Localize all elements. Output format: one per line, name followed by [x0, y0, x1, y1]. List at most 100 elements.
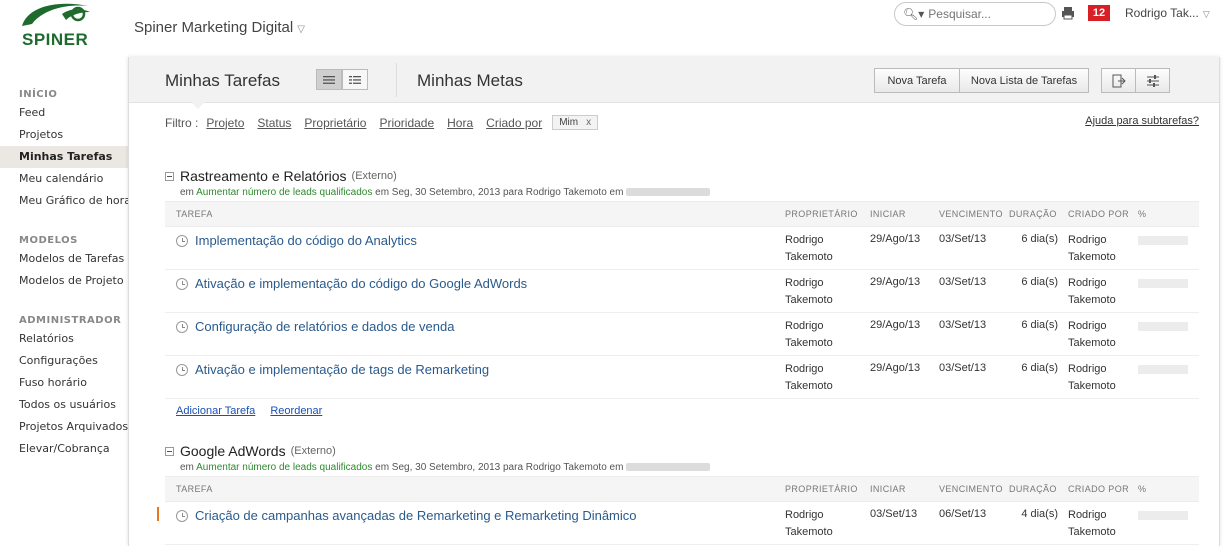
- collapse-icon[interactable]: [165, 446, 174, 456]
- project-group: Rastreamento e Relatórios (Externo) em A…: [165, 167, 1199, 417]
- spiner-logo[interactable]: SPINER: [18, 0, 94, 50]
- col-header-created-by: CRIADO POR: [1068, 484, 1130, 494]
- redacted-text: [626, 463, 711, 472]
- table-header: TAREFA PROPRIETÁRIO INICIAR VENCIMENTO D…: [165, 476, 1199, 502]
- task-name[interactable]: Implementação do código do Analytics: [195, 233, 417, 248]
- owner-first: Rodrigo: [785, 320, 824, 332]
- col-header-due: VENCIMENTO: [939, 209, 1003, 219]
- task-name[interactable]: Ativação e implementação do código do Go…: [195, 276, 527, 291]
- owner-first: Rodrigo: [785, 509, 824, 521]
- new-task-button[interactable]: Nova Tarefa: [874, 68, 960, 93]
- start-date: 29/Ago/13: [870, 233, 921, 245]
- table-row[interactable]: Implementação do código do Analytics Rod…: [165, 227, 1199, 270]
- view-toggle: [316, 69, 368, 90]
- logo-text: SPINER: [22, 30, 89, 49]
- export-icon[interactable]: [1101, 68, 1136, 93]
- subtasks-help-link[interactable]: Ajuda para subtarefas?: [1085, 115, 1199, 127]
- detail-view-icon[interactable]: [342, 69, 368, 90]
- sidebar: INÍCIO Feed Projetos Minhas Tarefas Meu …: [0, 78, 137, 460]
- project-name[interactable]: Google AdWords: [180, 443, 286, 459]
- filter-proprietario[interactable]: Proprietário: [304, 116, 366, 130]
- sidebar-item-projetos[interactable]: Projetos: [0, 124, 128, 146]
- sidebar-item-projetos-arquivados[interactable]: Projetos Arquivados: [0, 416, 128, 438]
- col-header-owner: PROPRIETÁRIO: [785, 209, 858, 219]
- table-row[interactable]: Configuração de relatórios e dados de ve…: [165, 313, 1199, 356]
- sidebar-item-meu-calendario[interactable]: Meu calendário: [0, 168, 128, 190]
- sidebar-item-relatorios[interactable]: Relatórios: [0, 328, 128, 350]
- clock-icon: [176, 278, 188, 290]
- filter-prioridade[interactable]: Prioridade: [379, 116, 434, 130]
- sidebar-section-title: ADMINISTRADOR: [19, 315, 122, 326]
- sidebar-item-feed[interactable]: Feed: [0, 102, 128, 124]
- sidebar-item-fuso-horario[interactable]: Fuso horário: [0, 372, 128, 394]
- reorder-link[interactable]: Reordenar: [270, 405, 322, 417]
- user-menu[interactable]: Rodrigo Tak... ▽: [1125, 6, 1210, 20]
- print-icon[interactable]: [1061, 6, 1075, 20]
- collapse-icon[interactable]: [165, 171, 174, 181]
- sidebar-item-modelos-tarefas[interactable]: Modelos de Tarefas: [0, 248, 128, 270]
- header-divider: [396, 63, 397, 97]
- due-date: 03/Set/13: [939, 276, 987, 288]
- sidebar-item-elevar-cobranca[interactable]: Elevar/Cobrança: [0, 438, 128, 460]
- filter-criado-por[interactable]: Criado por: [486, 116, 542, 130]
- sidebar-item-grafico-horas[interactable]: Meu Gráfico de horas: [0, 190, 137, 212]
- owner-first: Rodrigo: [785, 234, 824, 246]
- goal-link[interactable]: Aumentar número de leads qualificados: [196, 462, 372, 473]
- clock-icon: [176, 235, 188, 247]
- task-name[interactable]: Criação de campanhas avançadas de Remark…: [195, 508, 637, 523]
- company-selector[interactable]: Spiner Marketing Digital ▽: [134, 19, 305, 36]
- goal-link[interactable]: Aumentar número de leads qualificados: [196, 187, 372, 198]
- close-icon[interactable]: x: [586, 117, 591, 128]
- tab-minhas-tarefas[interactable]: Minhas Tarefas: [165, 71, 280, 91]
- owner-last: Takemoto: [785, 337, 833, 349]
- sidebar-item-modelos-projeto[interactable]: Modelos de Projeto: [0, 270, 128, 292]
- sidebar-item-minhas-tarefas[interactable]: Minhas Tarefas: [0, 146, 128, 168]
- created-by-last: Takemoto: [1068, 294, 1116, 306]
- created-by-last: Takemoto: [1068, 380, 1116, 392]
- active-tab-pointer: [191, 102, 205, 109]
- filter-status[interactable]: Status: [257, 116, 291, 130]
- created-by-first: Rodrigo: [1068, 234, 1107, 246]
- project-meta: em Aumentar número de leads qualificados…: [180, 462, 1199, 476]
- filter-hora[interactable]: Hora: [447, 116, 473, 130]
- table-row[interactable]: Ativação e implementação do código do Go…: [165, 270, 1199, 313]
- task-name[interactable]: Ativação e implementação de tags de Rema…: [195, 362, 489, 377]
- table-row[interactable]: Criação de campanhas avançadas de Remark…: [157, 502, 1199, 545]
- col-header-due: VENCIMENTO: [939, 484, 1003, 494]
- add-task-link[interactable]: Adicionar Tarefa: [176, 405, 255, 417]
- start-date: 29/Ago/13: [870, 319, 921, 331]
- start-date: 29/Ago/13: [870, 276, 921, 288]
- task-name[interactable]: Configuração de relatórios e dados de ve…: [195, 319, 454, 334]
- task-actions: Adicionar Tarefa Reordenar: [176, 405, 1199, 417]
- logo-swoosh-icon: [22, 3, 90, 26]
- filter-projeto[interactable]: Projeto: [206, 116, 244, 130]
- project-tag: (Externo): [290, 445, 336, 457]
- progress-bar: [1138, 365, 1188, 374]
- col-header-created-by: CRIADO POR: [1068, 209, 1130, 219]
- due-date: 06/Set/13: [939, 508, 987, 520]
- company-name: Spiner Marketing Digital: [134, 19, 294, 36]
- clock-icon: [176, 321, 188, 333]
- notification-badge[interactable]: 12: [1088, 5, 1110, 21]
- settings-sliders-icon[interactable]: [1135, 68, 1170, 93]
- redacted-text: [626, 188, 711, 197]
- filter-label: Filtro :: [165, 115, 199, 130]
- search-box[interactable]: 🔍︎▾: [894, 2, 1056, 26]
- tab-minhas-metas[interactable]: Minhas Metas: [417, 71, 523, 91]
- search-icon[interactable]: 🔍︎▾: [903, 7, 924, 21]
- created-by-first: Rodrigo: [1068, 277, 1107, 289]
- project-group: Google AdWords (Externo) em Aumentar núm…: [157, 442, 1199, 545]
- col-header-duration: DURAÇÃO: [1009, 209, 1057, 219]
- search-input[interactable]: [928, 7, 1049, 21]
- list-view-icon[interactable]: [316, 69, 342, 90]
- sidebar-item-todos-usuarios[interactable]: Todos os usuários: [0, 394, 128, 416]
- table-row[interactable]: Ativação e implementação de tags de Rema…: [165, 356, 1199, 399]
- filter-bar: Filtro : Projeto Status Proprietário Pri…: [165, 115, 599, 130]
- due-date: 03/Set/13: [939, 233, 987, 245]
- project-name[interactable]: Rastreamento e Relatórios: [180, 168, 347, 184]
- start-date: 03/Set/13: [870, 508, 918, 520]
- owner-last: Takemoto: [785, 294, 833, 306]
- new-task-list-button[interactable]: Nova Lista de Tarefas: [959, 68, 1089, 93]
- sidebar-item-configuracoes[interactable]: Configurações: [0, 350, 128, 372]
- col-header-pct: %: [1138, 484, 1147, 494]
